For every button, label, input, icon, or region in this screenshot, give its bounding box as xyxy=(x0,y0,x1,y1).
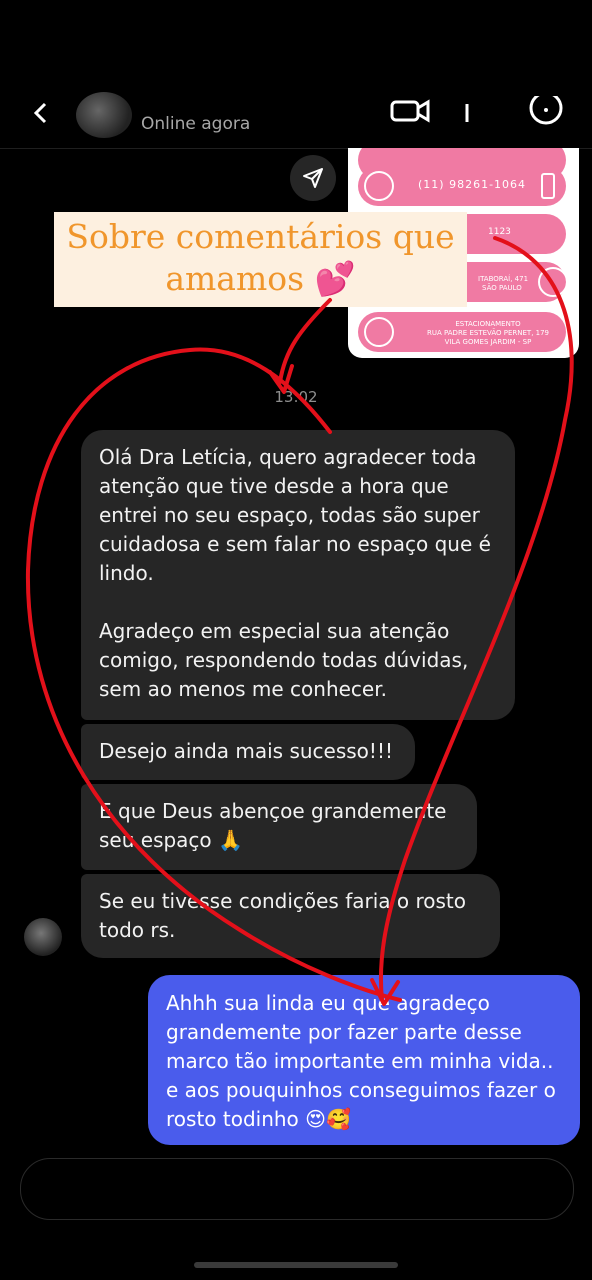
card-parking-line2: RUA PADRE ESTEVÃO PERNET, 179 xyxy=(426,329,550,337)
received-message[interactable]: Se eu tivesse condições faria o rosto to… xyxy=(81,874,500,958)
message-timestamp: 13:02 xyxy=(274,388,318,406)
info-icon[interactable] xyxy=(528,96,564,126)
banner-line2: amamos 💕 xyxy=(165,259,356,298)
chat-header: Online agora xyxy=(0,0,592,149)
message-text: Desejo ainda mais sucesso!!! xyxy=(99,739,393,763)
video-call-icon[interactable] xyxy=(390,96,430,126)
waze-icon xyxy=(364,317,394,347)
received-message[interactable]: Desejo ainda mais sucesso!!! xyxy=(81,724,415,780)
received-message[interactable]: Olá Dra Letícia, quero agradecer toda at… xyxy=(81,430,515,720)
whatsapp-icon xyxy=(364,171,394,201)
card-phone: (11) 98261-1064 xyxy=(418,178,527,191)
message-composer[interactable] xyxy=(20,1158,574,1220)
title-banner: Sobre comentários que amamos 💕 xyxy=(54,212,467,307)
card-pill-parking: ESTACIONAMENTO RUA PADRE ESTEVÃO PERNET,… xyxy=(358,312,566,352)
online-status: Online agora xyxy=(141,114,251,134)
received-message[interactable]: E que Deus abençoe grandemente seu espaç… xyxy=(81,784,477,870)
banner-line1: Sobre comentários que xyxy=(66,217,455,256)
avatar[interactable] xyxy=(76,92,132,138)
message-text: Ahhh sua linda eu que agradeço grandemen… xyxy=(166,991,556,1131)
card-parking-line3: VILA GOMES JARDIM - SP xyxy=(444,338,532,346)
paper-plane-icon xyxy=(303,168,323,188)
chevron-left-icon[interactable] xyxy=(30,100,52,126)
card-address-line2: SÃO PAULO xyxy=(482,284,522,292)
card-pill-whatsapp: (11) 98261-1064 xyxy=(358,166,566,206)
sender-avatar[interactable] xyxy=(24,918,62,956)
phone-call-icon[interactable] xyxy=(452,96,482,126)
message-text: Olá Dra Letícia, quero agradecer toda at… xyxy=(99,445,491,585)
smartphone-icon xyxy=(541,173,555,199)
share-button[interactable] xyxy=(290,155,336,201)
home-indicator xyxy=(194,1262,398,1268)
card-partial-text: 1123 xyxy=(488,227,511,237)
waze-icon xyxy=(538,267,568,297)
message-text: Agradeço em especial sua atenção comigo,… xyxy=(99,619,469,701)
card-parking-line1: ESTACIONAMENTO xyxy=(455,320,521,328)
sent-message[interactable]: Ahhh sua linda eu que agradeço grandemen… xyxy=(148,975,580,1145)
card-address-line1: ITABORAÍ, 471 xyxy=(478,275,529,283)
message-text: Se eu tivesse condições faria o rosto to… xyxy=(99,889,467,942)
message-text: E que Deus abençoe grandemente seu espaç… xyxy=(99,799,447,852)
